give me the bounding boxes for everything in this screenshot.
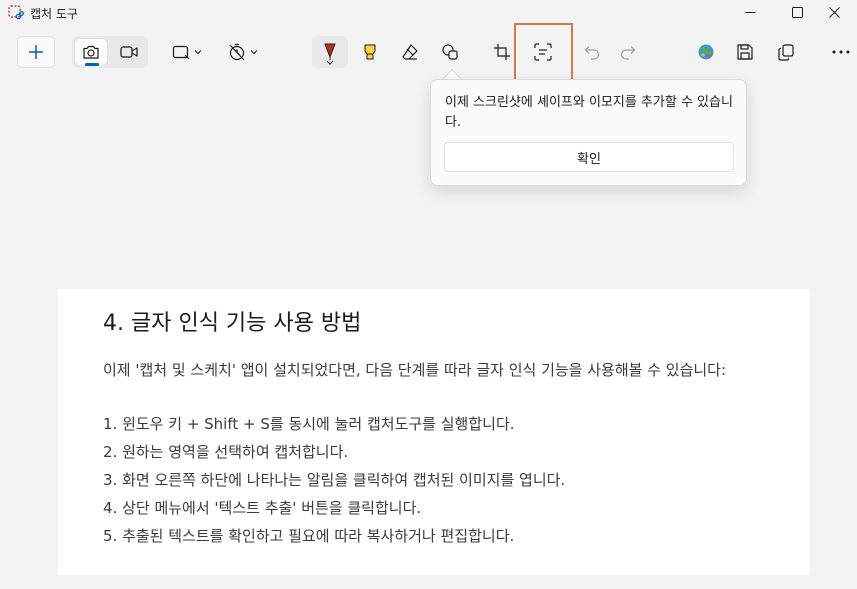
close-button[interactable]	[811, 0, 857, 25]
chevron-down-icon	[250, 50, 258, 55]
minimize-button[interactable]	[727, 0, 773, 25]
rectangle-snip-icon	[172, 45, 190, 60]
more-options-button[interactable]	[826, 36, 856, 68]
shapes-button[interactable]	[434, 36, 466, 68]
title-bar: 캡처 도구	[0, 0, 857, 25]
screenshot-mode-button[interactable]	[74, 38, 108, 66]
more-icon	[832, 50, 850, 54]
new-snip-button[interactable]	[17, 36, 55, 68]
crop-icon	[494, 44, 510, 60]
redo-icon	[620, 46, 636, 60]
window-title: 캡처 도구	[30, 7, 78, 21]
redo-button[interactable]	[612, 36, 644, 68]
list-item: 5. 추출된 텍스트를 확인하고 필요에 따라 복사하거나 편집합니다.	[103, 527, 515, 545]
undo-icon	[584, 46, 600, 60]
snip-shape-dropdown[interactable]	[166, 36, 208, 68]
ballpoint-pen-button[interactable]	[312, 36, 348, 68]
video-mode-icon	[120, 46, 138, 58]
annotation-highlight-box	[514, 23, 573, 83]
video-mode-button[interactable]	[112, 36, 146, 68]
shapes-icon	[442, 44, 458, 60]
ballpoint-pen-icon	[324, 43, 336, 60]
snipping-tool-app-icon	[8, 5, 24, 21]
copy-button[interactable]	[770, 36, 802, 68]
document-heading: 4. 글자 인식 기능 사용 방법	[103, 311, 362, 336]
steps-list: 1. 윈도우 키 + Shift + S를 동시에 눌러 캡처도구를 실행합니다…	[103, 414, 565, 554]
popup-confirm-button[interactable]: 확인	[444, 142, 734, 172]
copy-icon	[778, 44, 794, 61]
undo-button[interactable]	[576, 36, 608, 68]
new-icon	[29, 45, 43, 59]
highlighter-button[interactable]	[354, 36, 386, 68]
delay-timer-icon	[229, 43, 245, 61]
active-indicator	[85, 63, 99, 66]
list-item: 1. 윈도우 키 + Shift + S를 동시에 눌러 캡처도구를 실행합니다…	[103, 415, 515, 433]
toolbar	[0, 25, 857, 79]
chevron-down-icon	[194, 50, 202, 55]
screenshot-canvas[interactable]: 4. 글자 인식 기능 사용 방법 이제 '캡처 및 스케치' 앱이 설치되었다…	[58, 289, 810, 575]
save-icon	[737, 44, 753, 60]
document-intro: 이제 '캡처 및 스케치' 앱이 설치되었다면, 다음 단계를 따라 글자 인식…	[103, 361, 727, 379]
highlighter-icon	[364, 44, 376, 60]
save-button[interactable]	[729, 36, 761, 68]
delay-dropdown[interactable]	[222, 36, 264, 68]
list-item: 4. 상단 메뉴에서 '텍스트 추출' 버튼을 클릭합니다.	[103, 499, 422, 517]
paint-icon	[698, 44, 714, 60]
chevron-down-icon	[326, 60, 334, 65]
eraser-icon	[402, 44, 418, 60]
screenshot-mode-icon	[83, 45, 99, 59]
eraser-button[interactable]	[394, 36, 426, 68]
popup-message: 이제 스크린샷에 셰이프와 이모지를 추가할 수 있습니다.	[445, 95, 733, 130]
list-item: 3. 화면 오른쪽 하단에 나타나는 알림을 클릭하여 캡처된 이미지를 엽니다…	[103, 471, 566, 489]
list-item: 2. 원하는 영역을 선택하여 캡처합니다.	[103, 443, 349, 461]
edit-in-paint-button[interactable]	[690, 36, 722, 68]
teaching-tip-popup: 이제 스크린샷에 셰이프와 이모지를 추가할 수 있습니다. 확인	[430, 79, 747, 186]
